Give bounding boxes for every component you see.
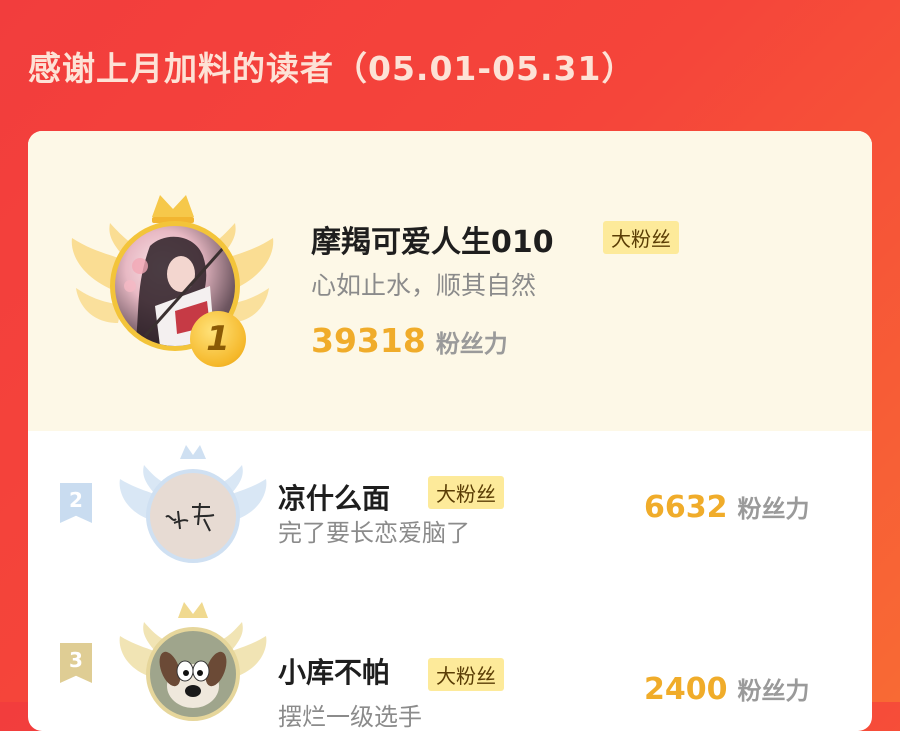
top-fan-score: 39318 粉丝力 xyxy=(311,321,508,360)
fan-level-badge: 大粉丝 xyxy=(428,658,504,691)
list-item[interactable]: 2 凉什么面 大粉丝 完了要长恋爱脑了 6632 粉丝力 xyxy=(28,431,872,563)
fan-name[interactable]: 凉什么面 xyxy=(278,477,390,517)
fan-power-value: 39318 xyxy=(311,321,426,360)
fan-power-unit: 粉丝力 xyxy=(435,330,508,358)
fan-level-badge: 大粉丝 xyxy=(428,476,504,509)
rank-3-ribbon-icon: 3 xyxy=(60,643,92,683)
top-fan-bio: 心如止水，顺其自然 xyxy=(311,271,537,300)
fan-power-unit: 粉丝力 xyxy=(737,677,810,705)
page-title: 感谢上月加料的读者（05.01-05.31） xyxy=(28,49,636,88)
fan-score: 6632 粉丝力 xyxy=(644,489,810,525)
fan-name[interactable]: 小库不帕 xyxy=(278,651,390,691)
list-item[interactable]: 3 小库不帕 大粉丝 摆烂一级选手 2400 粉丝力 xyxy=(28,561,872,731)
rank-2-ribbon-icon: 2 xyxy=(60,483,92,523)
fan-bio: 完了要长恋爱脑了 xyxy=(278,519,470,547)
fan-ranking-card: 1 摩羯可爱人生010 大粉丝 心如止水，顺其自然 39318 粉丝力 2 凉什么… xyxy=(28,131,872,731)
handwriting-avatar-icon[interactable] xyxy=(146,469,240,563)
top-fan-section[interactable]: 1 摩羯可爱人生010 大粉丝 心如止水，顺其自然 39318 粉丝力 xyxy=(28,131,872,431)
top-fan-name[interactable]: 摩羯可爱人生010 xyxy=(311,217,554,261)
fan-power-unit: 粉丝力 xyxy=(737,495,810,523)
rank-1-medal-icon: 1 xyxy=(190,311,246,367)
fan-bio: 摆烂一级选手 xyxy=(278,703,422,731)
fan-level-badge: 大粉丝 xyxy=(603,221,679,254)
dog-avatar-icon[interactable] xyxy=(146,627,240,721)
fan-power-value: 6632 xyxy=(644,490,728,525)
